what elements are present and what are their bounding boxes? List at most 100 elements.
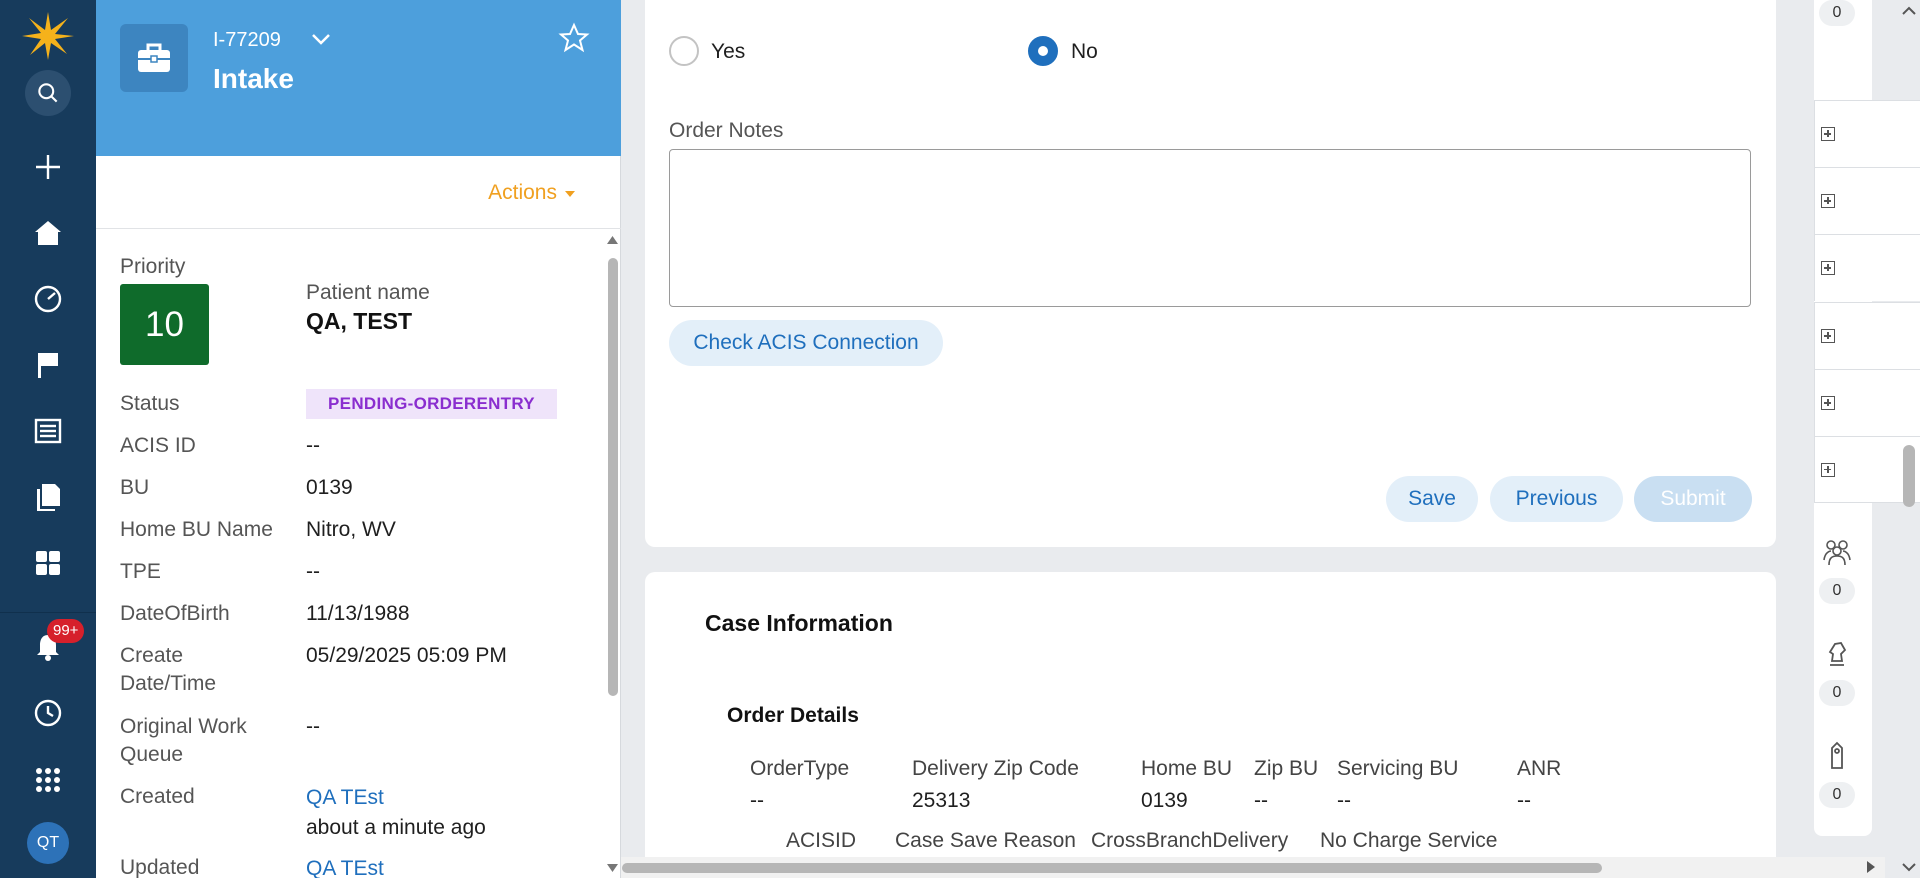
nav-divider	[0, 612, 96, 613]
actions-row: Actions	[96, 156, 621, 229]
anr-value: --	[1517, 789, 1531, 812]
order-type-value: --	[750, 789, 764, 812]
expand-plus-icon	[1821, 194, 1835, 208]
history-icon[interactable]	[28, 693, 68, 733]
order-notes-field[interactable]	[669, 149, 1751, 307]
star-icon[interactable]	[558, 22, 590, 54]
logo-icon[interactable]	[20, 8, 76, 64]
scroll-up-icon[interactable]	[604, 234, 621, 246]
horizontal-scrollbar[interactable]	[621, 857, 1885, 878]
previous-button[interactable]: Previous	[1490, 476, 1623, 522]
avatar[interactable]: QT	[27, 822, 69, 864]
original-work-queue-value: --	[306, 715, 320, 738]
team-icon[interactable]	[1821, 536, 1853, 568]
yes-radio[interactable]	[669, 36, 699, 66]
zip-bu-header: Zip BU	[1254, 757, 1319, 780]
case-type-title: Intake	[213, 63, 294, 94]
horizontal-scrollbar-thumb[interactable]	[622, 863, 1602, 873]
case-panel-scrollbar[interactable]	[604, 230, 621, 878]
flag-icon[interactable]	[28, 345, 68, 385]
create-datetime-label-line1: Create	[120, 644, 184, 667]
tag-count: 0	[1819, 782, 1855, 808]
order-notes-label: Order Notes	[669, 119, 784, 142]
acisid-header: ACISID	[786, 829, 857, 852]
updated-label: Updated	[120, 856, 200, 878]
patient-name-label: Patient name	[306, 281, 430, 304]
case-id: I-77209	[213, 29, 281, 51]
chevron-down-icon[interactable]	[309, 27, 333, 51]
original-work-queue-label-line2: Queue	[120, 743, 184, 766]
expand-plus-icon	[1821, 261, 1835, 275]
original-work-queue-label-line1: Original Work	[120, 715, 247, 738]
created-label: Created	[120, 785, 195, 808]
dob-value: 11/13/1988	[306, 602, 410, 625]
tpe-value: --	[306, 560, 320, 583]
bu-label: BU	[120, 476, 150, 499]
scroll-down-icon[interactable]	[604, 862, 621, 874]
case-information-title: Case Information	[705, 610, 893, 636]
scroll-up-icon[interactable]	[1898, 4, 1920, 18]
submit-button[interactable]: Submit	[1634, 476, 1752, 522]
apps-grid-icon[interactable]	[28, 543, 68, 583]
servicing-bu-header: Servicing BU	[1337, 757, 1459, 780]
servicing-bu-value: --	[1337, 789, 1351, 812]
updated-by-link[interactable]: QA TEst	[306, 854, 384, 878]
search-icon[interactable]	[25, 70, 71, 116]
expand-plus-icon	[1821, 396, 1835, 410]
order-entry-card: Yes No Order Notes Check ACIS Connection…	[645, 0, 1776, 547]
app-launcher-icon[interactable]	[28, 760, 68, 800]
check-acis-connection-button[interactable]: Check ACIS Connection	[669, 320, 943, 366]
created-by-link[interactable]: QA TEst	[306, 783, 384, 812]
save-button[interactable]: Save	[1386, 476, 1478, 522]
status-label: Status	[120, 392, 180, 415]
sun-logo-icon	[22, 12, 74, 60]
case-summary-panel: I-77209 Intake Actions Priority 10 Patie…	[96, 0, 621, 878]
cross-branch-delivery-header: CrossBranchDelivery	[1091, 829, 1289, 852]
rail-scrollbar[interactable]	[1898, 0, 1920, 878]
documents-icon[interactable]	[28, 477, 68, 517]
news-icon[interactable]	[28, 411, 68, 451]
actions-label: Actions	[488, 181, 557, 204]
dob-label: DateOfBirth	[120, 602, 230, 625]
rail-scrollbar-thumb[interactable]	[1903, 445, 1915, 507]
home-icon[interactable]	[28, 213, 68, 253]
home-bu-name-label: Home BU Name	[120, 518, 273, 541]
notifications-badge: 99+	[47, 619, 85, 643]
home-bu-name-value: Nitro, WV	[306, 518, 396, 541]
create-datetime-label-line2: Date/Time	[120, 672, 217, 695]
case-save-reason-header: Case Save Reason	[895, 829, 1076, 852]
knight-count: 0	[1819, 680, 1855, 706]
actions-menu-button[interactable]: Actions	[488, 181, 575, 205]
acis-id-value: --	[306, 434, 320, 457]
rail-count-top: 0	[1819, 0, 1855, 26]
yes-radio-label: Yes	[711, 40, 746, 63]
dashboard-icon[interactable]	[28, 279, 68, 319]
left-nav: 99+ QT	[0, 0, 96, 878]
briefcase-icon	[120, 24, 188, 92]
scroll-down-icon[interactable]	[1898, 860, 1920, 874]
order-details-title: Order Details	[727, 704, 859, 727]
priority-label: Priority	[120, 255, 186, 278]
caret-down-icon	[565, 191, 575, 197]
tpe-label: TPE	[120, 560, 161, 583]
home-bu-header: Home BU	[1141, 757, 1233, 780]
tag-icon[interactable]	[1821, 740, 1853, 772]
acis-id-label: ACIS ID	[120, 434, 196, 457]
home-bu-value: 0139	[1141, 789, 1188, 812]
no-charge-service-header: No Charge Service	[1320, 829, 1498, 852]
chess-knight-icon[interactable]	[1821, 638, 1853, 670]
zip-bu-value: --	[1254, 789, 1268, 812]
create-datetime-value: 05/29/2025 05:09 PM	[306, 644, 507, 667]
expand-plus-icon	[1821, 462, 1835, 477]
add-icon[interactable]	[28, 147, 68, 187]
no-radio[interactable]	[1028, 36, 1058, 66]
team-count: 0	[1819, 578, 1855, 604]
no-radio-label: No	[1071, 40, 1098, 63]
anr-header: ANR	[1517, 757, 1562, 780]
priority-value: 10	[120, 284, 209, 365]
case-header: I-77209 Intake	[96, 0, 621, 156]
expand-plus-icon	[1821, 127, 1835, 141]
scrollbar-thumb[interactable]	[608, 258, 618, 696]
expand-plus-icon	[1821, 329, 1835, 343]
delivery-zip-value: 25313	[912, 789, 971, 812]
